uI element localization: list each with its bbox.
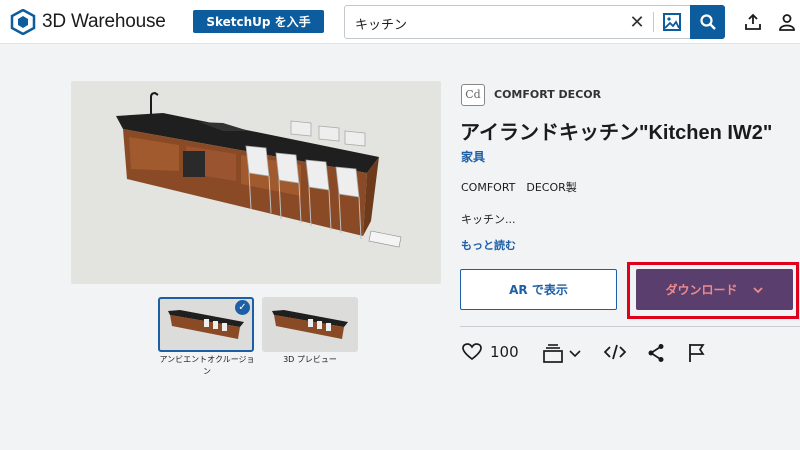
image-search-icon[interactable] (662, 12, 682, 32)
download-button-label: ダウンロード (665, 283, 738, 297)
thumbnail-image (272, 310, 348, 339)
divider (460, 326, 800, 327)
embed-code-icon (604, 344, 626, 360)
logo-text: 3D Warehouse (42, 11, 166, 32)
collection-icon (543, 344, 563, 363)
share-button[interactable] (647, 343, 665, 363)
download-button[interactable]: ダウンロード (636, 269, 793, 310)
chevron-down-icon (752, 286, 763, 293)
like-button[interactable]: 100 (462, 343, 519, 361)
check-icon: ✓ (235, 300, 250, 315)
search-button[interactable] (690, 5, 725, 39)
logo[interactable]: 3D Warehouse (10, 9, 166, 35)
search-bar: キッチン ✕ (344, 5, 725, 39)
read-more-link[interactable]: もっと読む (461, 237, 516, 253)
get-sketchup-button[interactable]: SketchUp を入手 (193, 10, 324, 33)
search-input[interactable]: キッチン (355, 14, 407, 33)
thumbnail-label: アンビエントオクルージョン (159, 355, 255, 376)
report-button[interactable] (688, 343, 706, 363)
model-title: アイランドキッチン"Kitchen IW2" (460, 122, 773, 144)
heart-icon (462, 343, 482, 361)
chevron-down-icon (569, 350, 581, 358)
description-line: キッチン... (461, 213, 516, 226)
close-icon[interactable]: ✕ (627, 13, 647, 33)
model-preview[interactable] (71, 81, 441, 284)
view-in-ar-button[interactable]: AR で表示 (460, 269, 617, 310)
brand-name[interactable]: COMFORT DECOR (494, 88, 601, 101)
share-icon (648, 344, 664, 362)
search-divider (653, 12, 654, 32)
like-count: 100 (490, 343, 519, 361)
add-to-collection-button[interactable] (543, 343, 582, 363)
category-link[interactable]: 家具 (461, 148, 485, 165)
search-icon (699, 14, 716, 30)
thumbnail-3d-preview[interactable] (262, 297, 358, 352)
thumbnail-label: 3D プレビュー (283, 355, 337, 364)
kitchen-model-image (116, 91, 402, 248)
description-line: COMFORT DECOR製 (461, 181, 577, 194)
upload-icon[interactable] (744, 13, 762, 31)
top-bar: 3D Warehouse SketchUp を入手 キッチン ✕ (0, 0, 800, 44)
warehouse-logo-icon (10, 9, 36, 35)
flag-icon (689, 344, 705, 362)
brand-logo[interactable]: Cd (461, 84, 485, 106)
embed-button[interactable] (604, 343, 626, 361)
user-icon[interactable] (778, 13, 796, 31)
